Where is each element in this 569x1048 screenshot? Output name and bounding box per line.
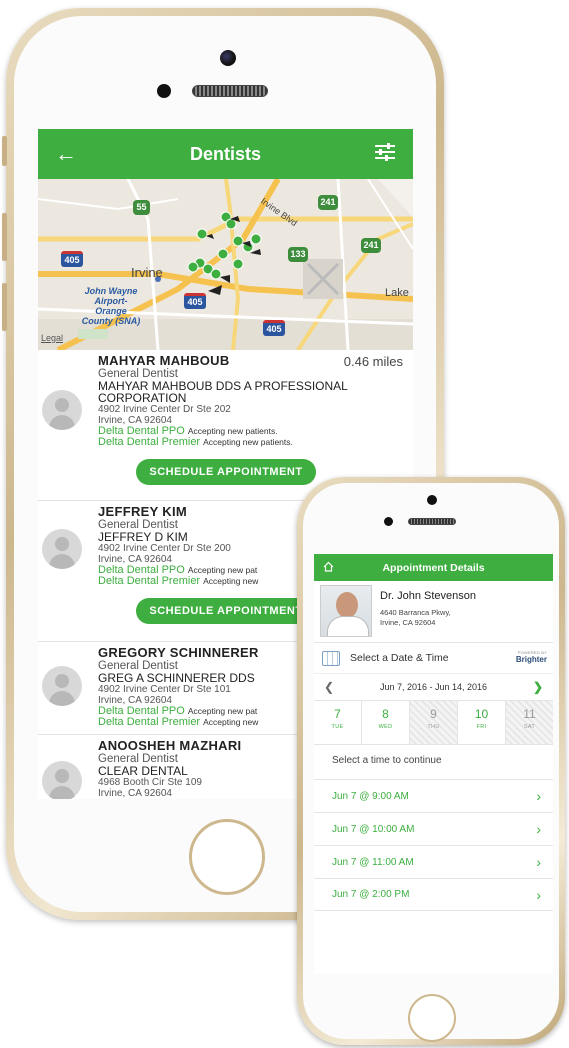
earpiece-speaker (192, 85, 268, 97)
date-range-nav: ❮ Jun 7, 2016 - Jun 14, 2016 ❯ (314, 673, 553, 700)
distance-label: 0.46 miles (343, 354, 403, 369)
stage: ← Dentists 55 241 241 133 405 405 405 Ir… (0, 0, 569, 1048)
front-camera (220, 50, 236, 66)
day-number: 9 (430, 707, 437, 721)
time-slot-label: Jun 7 @ 11:00 AM (332, 856, 414, 868)
doctor-card: Dr. John Stevenson 4640 Barranca Pkwy, I… (314, 581, 553, 643)
day-thu-9: 9 THU (410, 701, 458, 744)
filter-sliders-icon[interactable] (371, 141, 399, 167)
schedule-appointment-button[interactable]: SCHEDULE APPOINTMENT (136, 459, 316, 485)
day-tue-7[interactable]: 7 TUE (314, 701, 362, 744)
plan-name: Delta Dental Premier (98, 716, 201, 728)
front-camera (427, 495, 437, 505)
time-slot-label: Jun 7 @ 2:00 PM (332, 889, 410, 900)
volume-up-button (2, 213, 7, 261)
day-fri-10[interactable]: 10 FRI (458, 701, 506, 744)
day-of-week: THU (427, 724, 440, 730)
time-slot[interactable]: Jun 7 @ 10:00 AM › (314, 812, 553, 845)
arrow-left-icon[interactable]: ← (52, 141, 80, 167)
doctor-info: Dr. John Stevenson 4640 Barranca Pkwy, I… (380, 585, 476, 628)
doctor-address-2: Irvine, CA 92604 (380, 618, 436, 627)
home-button[interactable] (408, 994, 456, 1042)
day-of-week: TUE (331, 724, 344, 730)
plan-name: Delta Dental Premier (98, 575, 201, 587)
date-range-label: Jun 7, 2016 - Jun 14, 2016 (379, 682, 488, 692)
day-of-week: SAT (523, 724, 536, 730)
avatar (42, 529, 82, 569)
chevron-left-icon[interactable]: ❮ (324, 680, 334, 694)
plan-row: Delta Dental Premier Accepting new patien… (98, 437, 405, 448)
chevron-right-icon: › (536, 886, 541, 903)
practice-name: MAHYAR MAHBOUB DDS A PROFESSIONAL CORPOR… (98, 379, 348, 405)
select-date-row: Select a Date & Time POWERED BY Brighter (314, 643, 553, 673)
page-title: Appointment Details (382, 561, 485, 574)
time-prompt: Select a time to continue (332, 755, 442, 766)
plan-status: Accepting new (203, 717, 259, 727)
chevron-right-icon: › (536, 821, 541, 837)
time-slot[interactable]: Jun 7 @ 9:00 AM › (314, 779, 553, 812)
earpiece-speaker (408, 518, 456, 525)
avatar (42, 390, 82, 430)
volume-down-button (2, 283, 7, 331)
time-slot[interactable]: Jun 7 @ 2:00 PM › (314, 878, 553, 911)
chevron-right-icon: › (536, 788, 541, 804)
day-number: 10 (474, 707, 489, 721)
day-number: 11 (523, 707, 536, 721)
doctor-address-1: 4640 Barranca Pkwy, (380, 608, 451, 617)
time-slot-label: Jun 7 @ 10:00 AM (332, 823, 415, 835)
proximity-sensor (384, 517, 393, 526)
map-pin-cluster[interactable] (187, 211, 262, 295)
day-of-week: WED (378, 724, 393, 730)
address-line-1: 4902 Irvine Center Dr Ste 202 (98, 404, 231, 415)
plan-name: Delta Dental Premier (98, 436, 201, 448)
appointment-header: Appointment Details (314, 554, 553, 581)
day-number: 8 (382, 707, 389, 721)
brand-logo: POWERED BY Brighter (516, 650, 547, 664)
day-picker: 7 TUE 8 WED 9 THU 10 FRI 11 SAT (314, 700, 553, 745)
plan-status: Accepting new pat (187, 565, 258, 575)
day-sat-11: 11 SAT (506, 701, 553, 744)
day-wed-8[interactable]: 8 WED (362, 701, 410, 744)
doctor-name: Dr. John Stevenson (380, 590, 477, 602)
time-slot-label: Jun 7 @ 9:00 AM (332, 790, 409, 802)
dentists-header: ← Dentists (38, 129, 413, 179)
calendar-icon (322, 650, 340, 666)
schedule-appointment-button[interactable]: SCHEDULE APPOINTMENT (136, 598, 316, 624)
day-of-week: FRI (476, 724, 487, 730)
appointment-screen: Appointment Details Dr. John Stevenson 4… (314, 554, 553, 974)
doctor-photo (320, 585, 372, 637)
page-title: Dentists (189, 143, 261, 164)
plan-status: Accepting new (203, 576, 259, 586)
select-date-label: Select a Date & Time (350, 652, 449, 664)
proximity-sensor (157, 84, 171, 98)
mute-switch (2, 136, 7, 166)
time-slot-list: Jun 7 @ 9:00 AM › Jun 7 @ 10:00 AM › Jun… (314, 779, 553, 911)
chevron-right-icon: › (536, 854, 541, 870)
plan-status: Accepting new patients. (187, 426, 278, 436)
map-view[interactable]: 55 241 241 133 405 405 405 Irvine Irvine… (38, 179, 413, 350)
avatar (42, 761, 82, 799)
day-number: 7 (334, 707, 341, 721)
avatar (42, 666, 82, 706)
home-button[interactable] (189, 819, 265, 895)
chevron-right-icon[interactable]: ❯ (533, 680, 543, 694)
plan-status: Accepting new patients. (203, 437, 293, 447)
brand-name: Brighter (515, 655, 547, 664)
time-slot[interactable]: Jun 7 @ 11:00 AM › (314, 845, 553, 878)
plan-status: Accepting new pat (187, 706, 258, 716)
